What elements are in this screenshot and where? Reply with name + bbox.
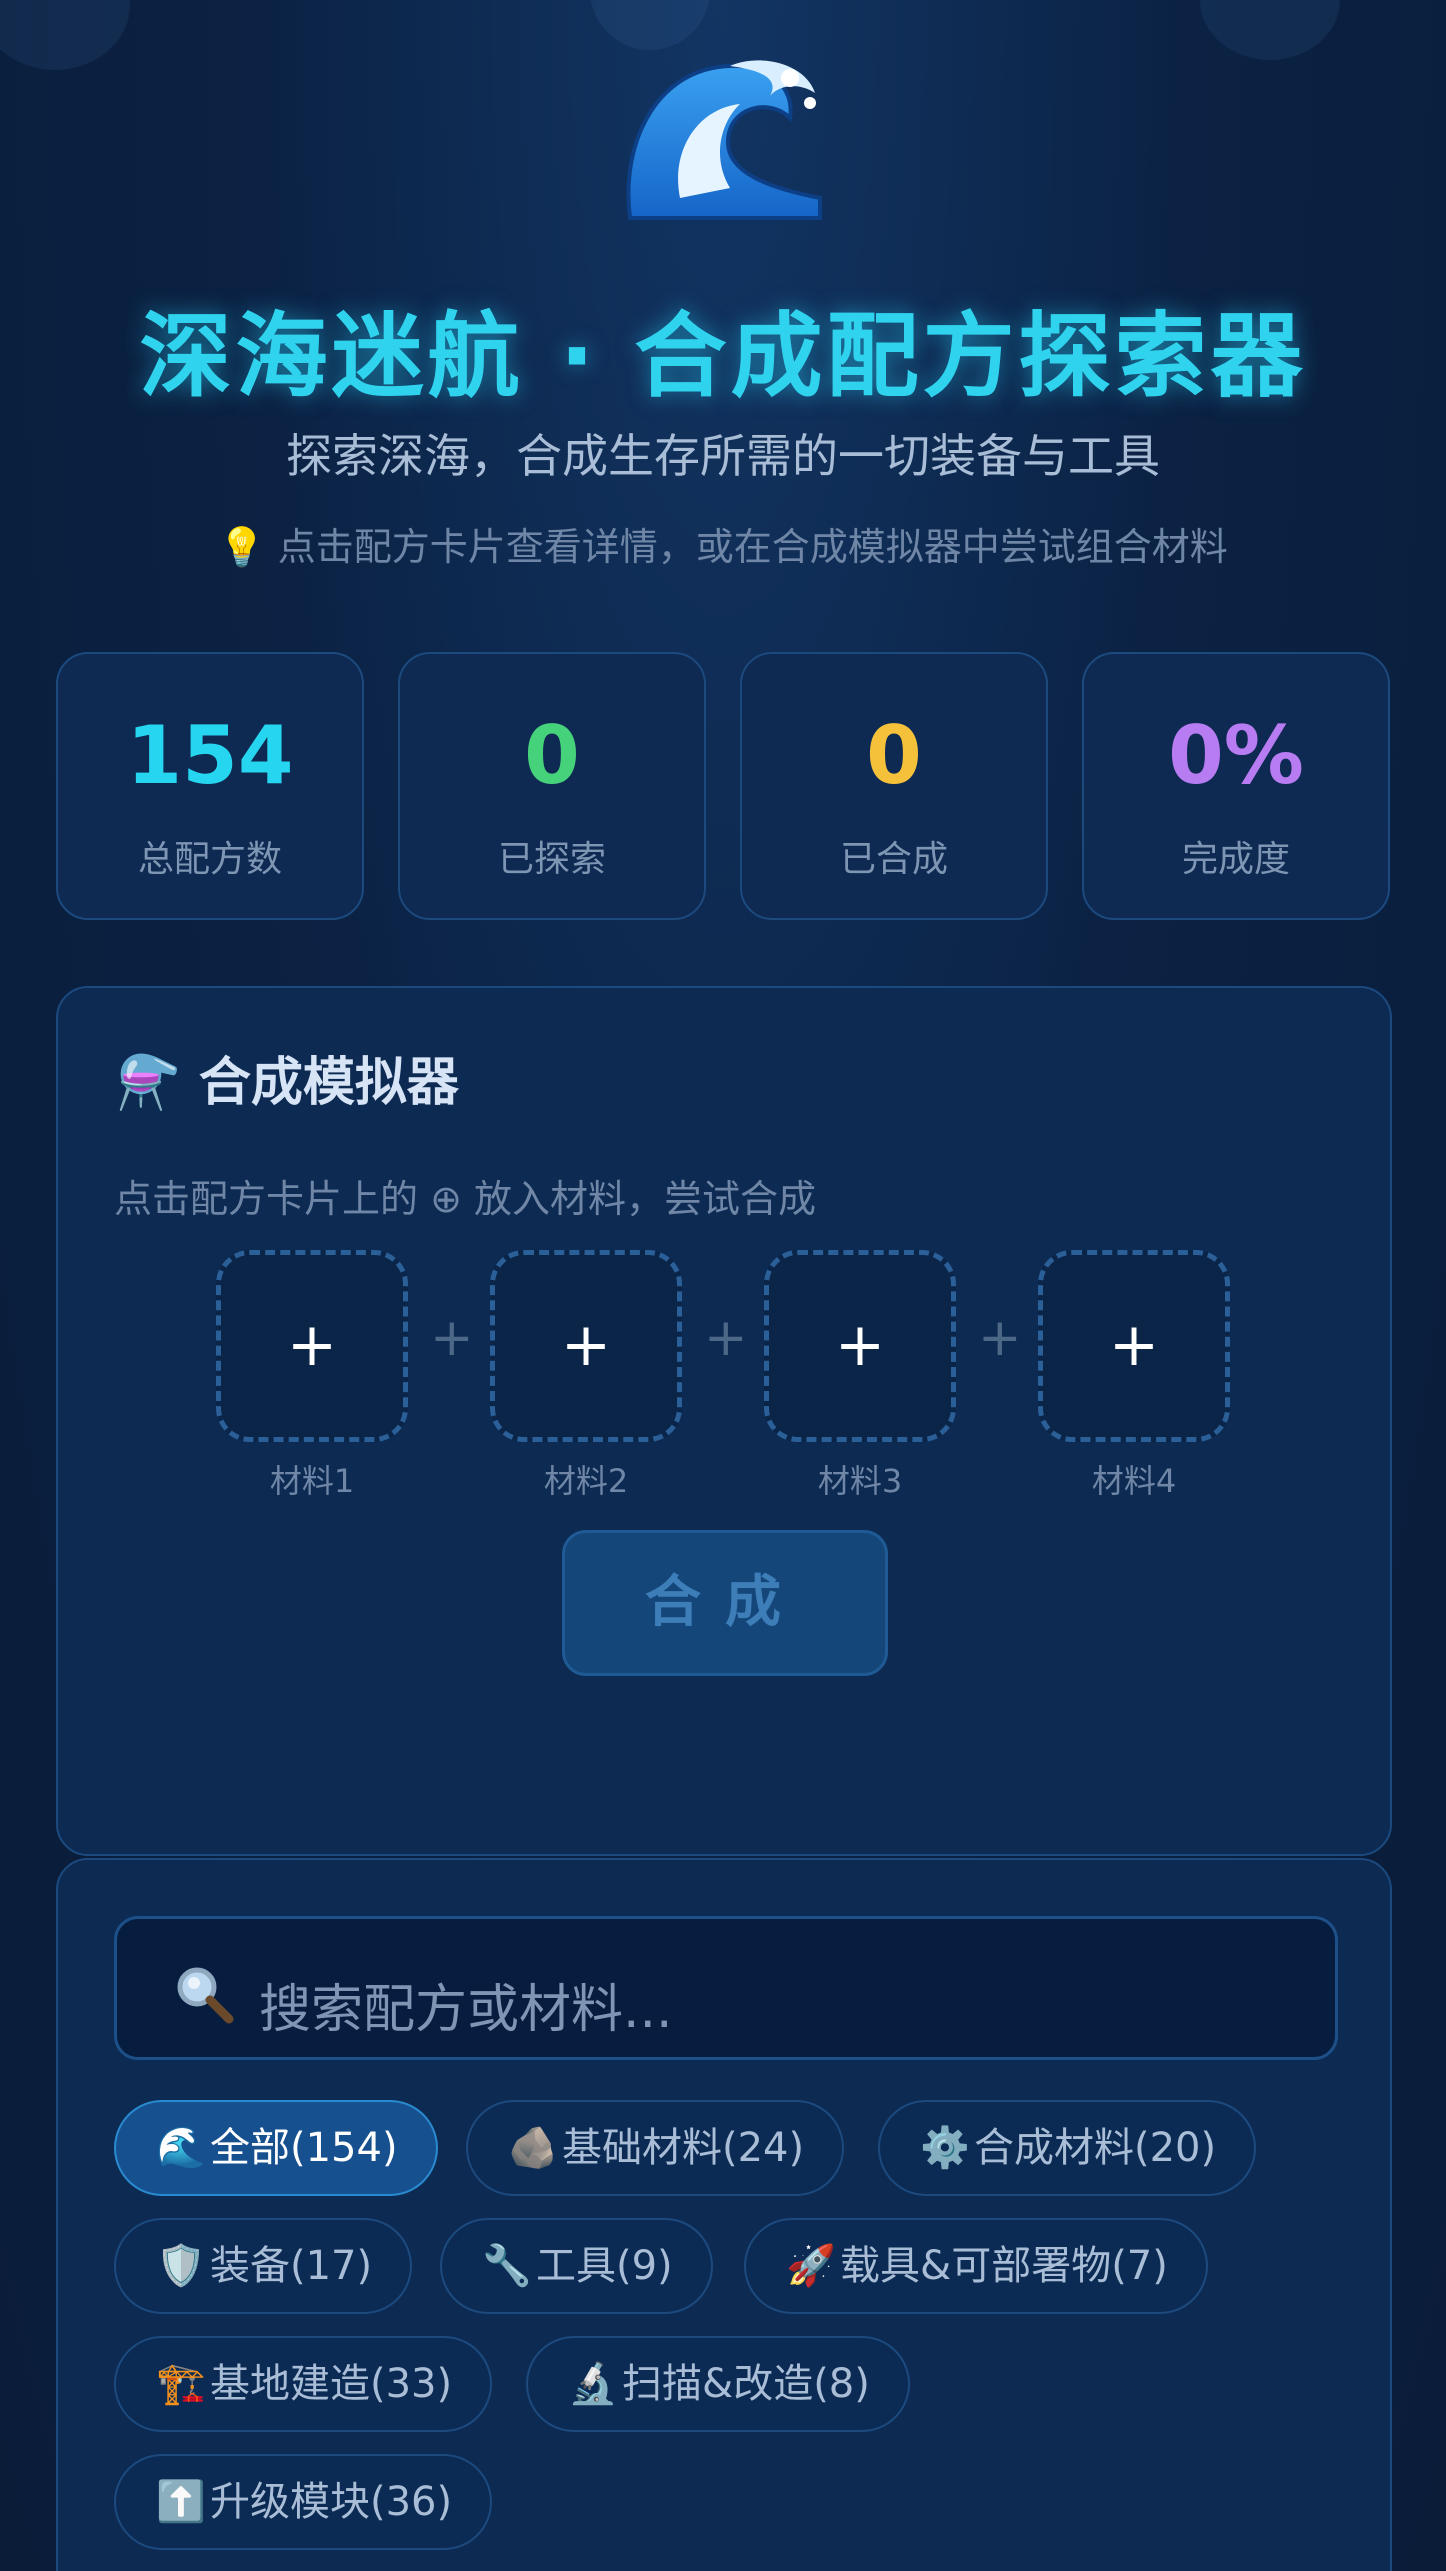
simulator-title-row: ⚗️ 合成模拟器: [116, 1040, 459, 1115]
slot-label: 材料3: [817, 1462, 903, 1500]
simulator-title: 合成模拟器: [198, 1053, 459, 1113]
category-all[interactable]: 🌊 全部(154): [114, 2100, 438, 2196]
category-basic-materials[interactable]: 🪨 基础材料(24): [466, 2100, 845, 2196]
arrow-up-icon: ⬆️: [156, 2479, 206, 2525]
stat-card-completion: 0% 完成度: [1082, 652, 1390, 920]
bubble-decoration: [1200, 0, 1340, 60]
rock-icon: 🪨: [508, 2125, 558, 2171]
slot-label: 材料2: [543, 1462, 629, 1500]
chip-label: 装备(17): [210, 2243, 373, 2289]
page-subtitle: 探索深海，合成生存所需的一切装备与工具: [286, 429, 1160, 483]
gear-icon: ⚙️: [920, 2125, 970, 2171]
category-upgrade-modules[interactable]: ⬆️ 升级模块(36): [114, 2454, 493, 2550]
craft-button[interactable]: 合成: [562, 1530, 888, 1676]
stat-card-explored: 0 已探索: [398, 652, 706, 920]
chip-label: 扫描&改造(8): [622, 2361, 870, 2407]
stat-label: 已探索: [497, 839, 606, 880]
page-title: 深海迷航 · 合成配方探索器: [139, 303, 1307, 410]
microscope-icon: 🔬: [568, 2361, 618, 2407]
bubble-decoration: [590, 0, 710, 50]
chip-label: 载具&可部署物(7): [840, 2243, 1168, 2289]
slot-label: 材料4: [1091, 1462, 1177, 1500]
search-input[interactable]: 搜索配方或材料...: [114, 1916, 1338, 2060]
recipe-browser-panel: 搜索配方或材料... 🌊 全部(154) 🪨 基础材料(24) ⚙️ 合成材料(20)…: [56, 1858, 1392, 2571]
slot-label: 材料1: [269, 1462, 355, 1500]
wave-icon: [626, 60, 822, 220]
stat-value: 154: [126, 709, 294, 802]
plus-icon: +: [430, 1308, 474, 1368]
stat-value: 0: [524, 709, 580, 802]
category-scan-modify[interactable]: 🔬 扫描&改造(8): [526, 2336, 910, 2432]
material-slot-1[interactable]: +: [216, 1250, 408, 1442]
wrench-icon: 🔧: [482, 2243, 532, 2289]
category-base-building[interactable]: 🏗️ 基地建造(33): [114, 2336, 493, 2432]
bubble-decoration: [0, 0, 130, 70]
search-icon: [177, 1967, 234, 2024]
search-placeholder: 搜索配方或材料...: [259, 1980, 673, 2040]
material-slot-2[interactable]: +: [490, 1250, 682, 1442]
chip-label: 合成材料(20): [974, 2125, 1217, 2171]
material-slot-3[interactable]: +: [764, 1250, 956, 1442]
stat-value: 0%: [1168, 709, 1304, 802]
stat-label: 完成度: [1181, 839, 1290, 880]
plus-icon: +: [704, 1308, 748, 1368]
stat-value: 0: [866, 709, 922, 802]
chip-label: 基础材料(24): [562, 2125, 805, 2171]
stat-card-crafted: 0 已合成: [740, 652, 1048, 920]
stat-label: 总配方数: [137, 839, 282, 880]
rocket-icon: 🚀: [786, 2243, 836, 2289]
chip-label: 升级模块(36): [210, 2479, 453, 2525]
category-equipment[interactable]: 🛡️ 装备(17): [114, 2218, 413, 2314]
material-slot-4[interactable]: +: [1038, 1250, 1230, 1442]
usage-hint: 💡 点击配方卡片查看详情，或在合成模拟器中尝试组合材料: [218, 525, 1228, 569]
flask-icon: ⚗️: [116, 1053, 181, 1113]
crafting-simulator-panel: ⚗️ 合成模拟器 点击配方卡片上的 ⊕ 放入材料，尝试合成 + + + + + …: [56, 986, 1392, 1856]
simulator-description: 点击配方卡片上的 ⊕ 放入材料，尝试合成: [114, 1177, 816, 1221]
chip-label: 基地建造(33): [210, 2361, 453, 2407]
shield-icon: 🛡️: [156, 2243, 206, 2289]
chip-label: 全部(154): [210, 2125, 398, 2171]
category-vehicles[interactable]: 🚀 载具&可部署物(7): [744, 2218, 1208, 2314]
wave-icon: 🌊: [156, 2125, 206, 2171]
category-crafted-materials[interactable]: ⚙️ 合成材料(20): [878, 2100, 1257, 2196]
category-tools[interactable]: 🔧 工具(9): [440, 2218, 713, 2314]
stat-card-total: 154 总配方数: [56, 652, 364, 920]
plus-icon: +: [978, 1308, 1022, 1368]
chip-label: 工具(9): [536, 2243, 673, 2289]
stat-label: 已合成: [839, 839, 948, 880]
crane-icon: 🏗️: [156, 2361, 206, 2407]
